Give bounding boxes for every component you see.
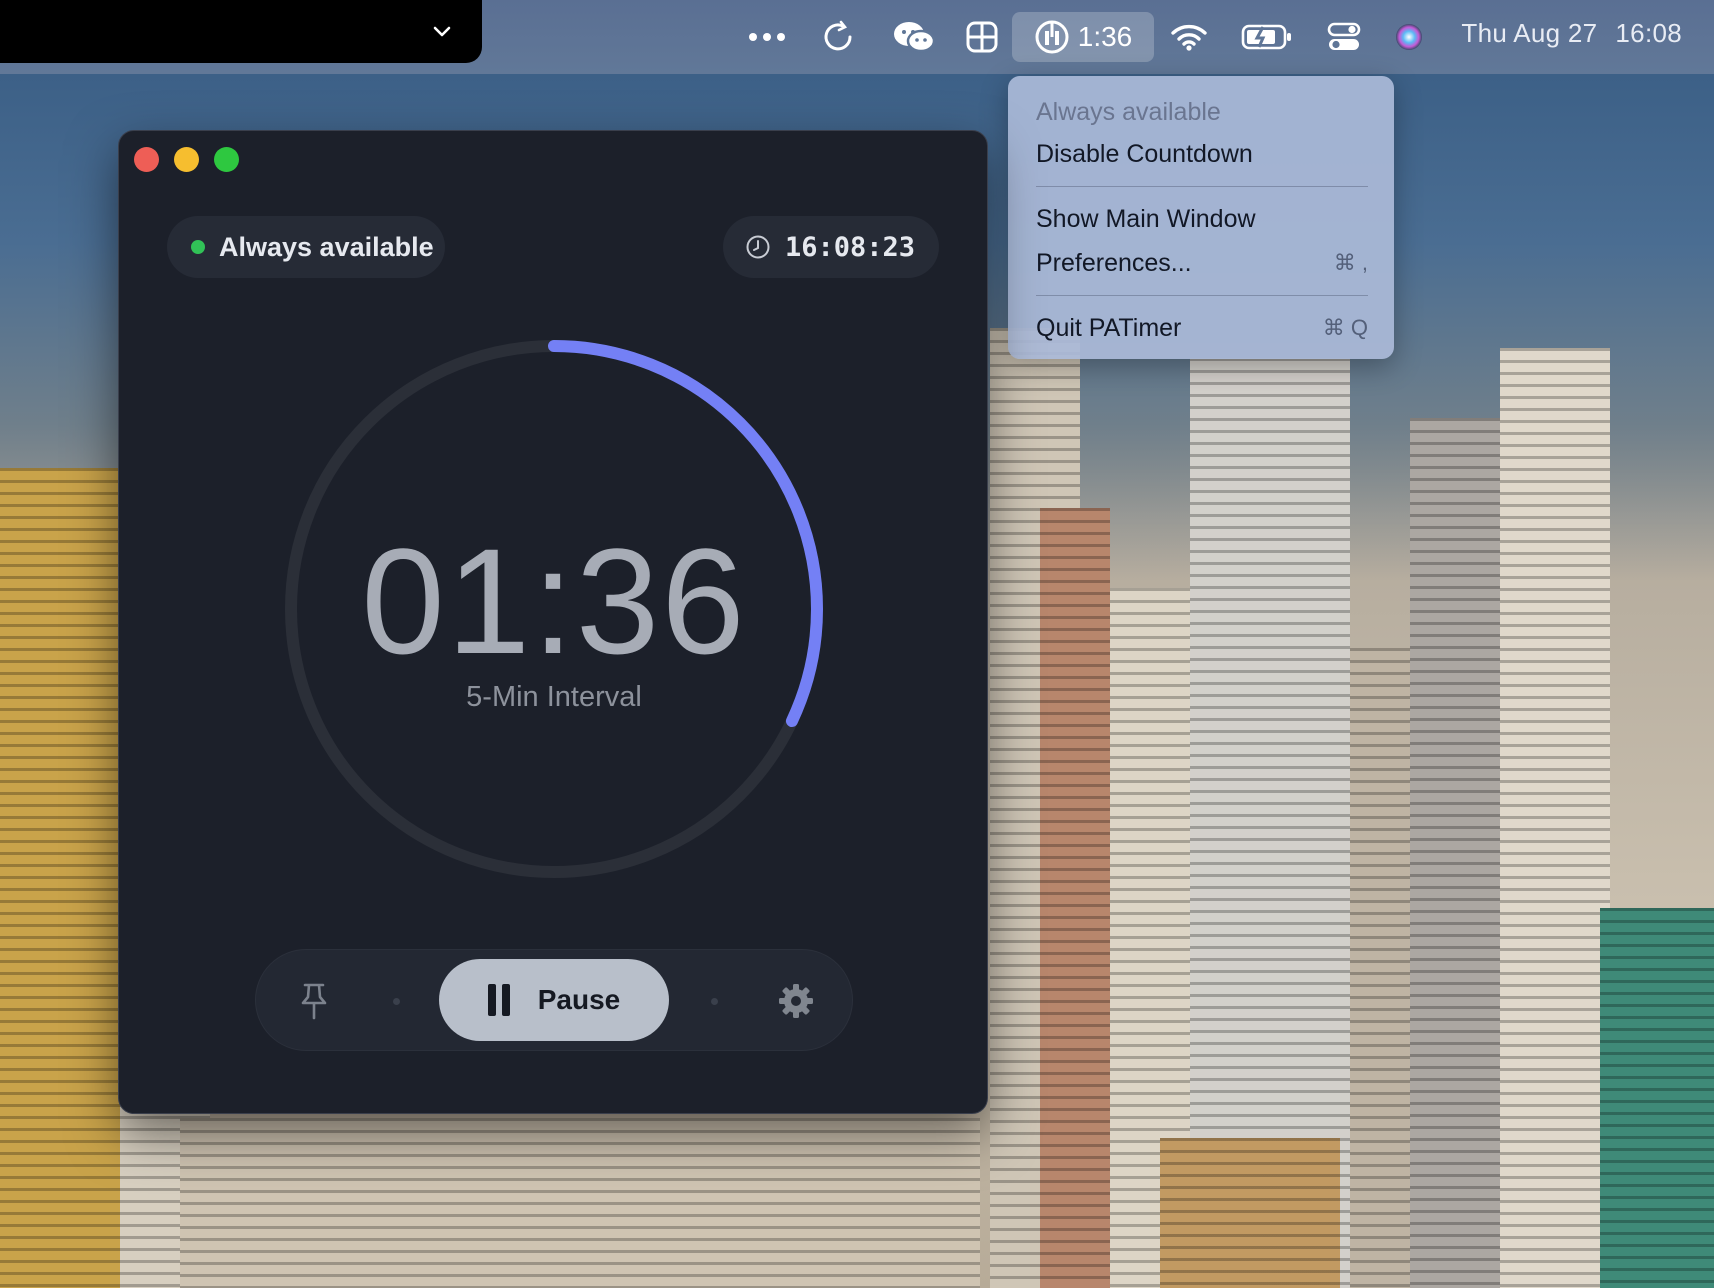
wallpaper-building bbox=[1160, 1138, 1340, 1288]
availability-status-badge: Always available bbox=[167, 216, 445, 278]
wallpaper-building bbox=[1500, 348, 1610, 1288]
menu-item-show-main-window[interactable]: Show Main Window bbox=[1036, 197, 1368, 241]
availability-status-label: Always available bbox=[219, 231, 434, 262]
wallpaper-building bbox=[0, 468, 120, 1288]
wallpaper-building bbox=[180, 1118, 980, 1288]
wechat-icon[interactable] bbox=[890, 12, 938, 62]
menubar-time: 16:08 bbox=[1615, 18, 1682, 48]
current-time-badge: 16:08:23 bbox=[723, 216, 939, 278]
menu-header-status: Always available bbox=[1036, 98, 1221, 126]
menu-item-label: Preferences... bbox=[1036, 249, 1192, 277]
menu-item-label: Disable Countdown bbox=[1036, 140, 1253, 168]
countdown-dial: 01:36 5-Min Interval bbox=[284, 339, 824, 879]
menubar-clock[interactable]: Thu Aug 27 16:08 bbox=[1461, 18, 1682, 49]
close-window-button[interactable] bbox=[134, 147, 159, 172]
menu-item-shortcut: ⌘ Q bbox=[1322, 315, 1368, 340]
chevron-down-icon[interactable] bbox=[430, 20, 454, 44]
grid-icon[interactable] bbox=[962, 12, 1002, 62]
wallpaper-building bbox=[1600, 908, 1714, 1288]
sync-icon[interactable] bbox=[818, 12, 858, 62]
clock-icon bbox=[746, 235, 770, 259]
pin-button[interactable] bbox=[294, 981, 334, 1021]
current-time-label: 16:08:23 bbox=[785, 231, 916, 263]
settings-button[interactable] bbox=[776, 981, 816, 1021]
pause-icon bbox=[487, 984, 516, 1016]
menubar-timer-label: 1:36 bbox=[1077, 21, 1133, 52]
zoom-window-button[interactable] bbox=[214, 147, 239, 172]
notch-area bbox=[0, 0, 482, 63]
pin-icon bbox=[301, 983, 327, 1020]
wallpaper-building bbox=[1040, 508, 1110, 1288]
battery-icon[interactable] bbox=[1240, 12, 1294, 62]
control-center-icon[interactable] bbox=[1324, 12, 1364, 62]
pause-label: Pause bbox=[537, 984, 621, 1015]
wifi-icon[interactable] bbox=[1168, 12, 1210, 62]
control-separator-dot bbox=[711, 998, 718, 1005]
minimize-window-button[interactable] bbox=[174, 147, 199, 172]
countdown-display: 01:36 bbox=[361, 517, 747, 685]
patimer-main-window: Always available 16:08:23 01:36 5-Min In… bbox=[118, 130, 988, 1114]
menu-item-disable-countdown[interactable]: Disable Countdown bbox=[1036, 132, 1368, 176]
menu-item-label: Quit PATimer bbox=[1036, 314, 1182, 342]
interval-label: 5-Min Interval bbox=[466, 681, 642, 713]
menu-item-preferences[interactable]: Preferences... ⌘ , bbox=[1036, 241, 1368, 285]
more-icon[interactable] bbox=[744, 12, 790, 62]
pause-button[interactable]: Pause bbox=[439, 959, 669, 1041]
menu-separator bbox=[1036, 186, 1368, 187]
menu-item-quit[interactable]: Quit PATimer ⌘ Q bbox=[1036, 306, 1368, 350]
timer-icon bbox=[1035, 20, 1069, 54]
menu-bar: 1:36 Thu Aug 27 16:08 bbox=[0, 0, 1714, 74]
control-separator-dot bbox=[393, 998, 400, 1005]
control-bar: Pause bbox=[255, 949, 853, 1051]
timer-dropdown-menu: Always available Disable Countdown Show … bbox=[1008, 76, 1394, 359]
menu-item-label: Show Main Window bbox=[1036, 205, 1256, 233]
menubar-date: Thu Aug 27 bbox=[1461, 18, 1598, 48]
wallpaper-building bbox=[1410, 418, 1500, 1288]
menu-item-shortcut: ⌘ , bbox=[1333, 250, 1368, 275]
status-dot-icon bbox=[191, 240, 205, 254]
menu-separator bbox=[1036, 295, 1368, 296]
gear-icon bbox=[779, 984, 813, 1018]
siri-icon[interactable] bbox=[1390, 12, 1428, 62]
menubar-timer-button[interactable]: 1:36 bbox=[1012, 12, 1154, 62]
